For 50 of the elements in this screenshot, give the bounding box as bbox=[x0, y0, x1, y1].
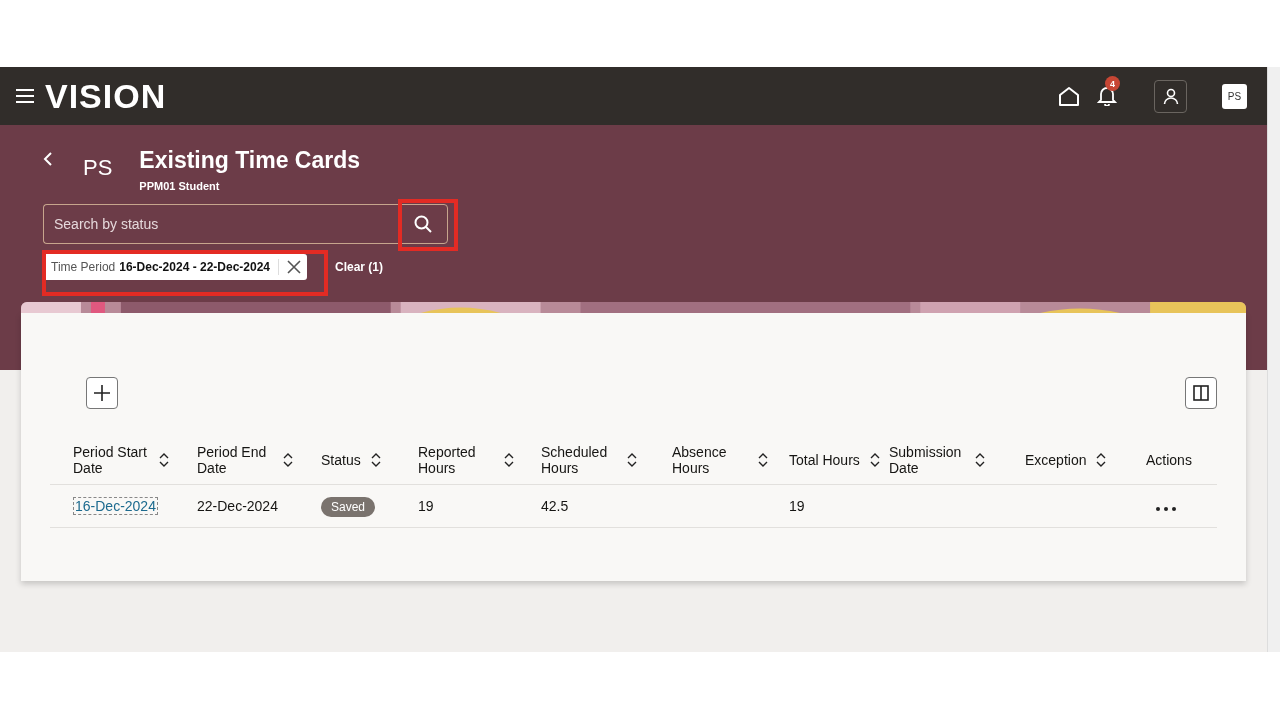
highlight-frame bbox=[398, 199, 458, 251]
table-cell: 19 bbox=[789, 498, 805, 514]
column-header[interactable]: Submission Date bbox=[889, 444, 1025, 476]
sort-icon bbox=[869, 452, 880, 468]
logo: VISION bbox=[45, 76, 167, 116]
clear-button[interactable]: Clear (1) bbox=[329, 259, 390, 275]
scrollbar[interactable] bbox=[1267, 67, 1280, 652]
table-cell: 42.5 bbox=[541, 498, 569, 514]
page-title: Existing Time Cards bbox=[139, 147, 361, 174]
add-button[interactable] bbox=[86, 377, 118, 409]
column-header[interactable]: Total Hours bbox=[789, 452, 889, 468]
status-badge: Saved bbox=[321, 497, 376, 517]
filter-label: Time Period bbox=[51, 260, 116, 274]
initials: PS bbox=[83, 155, 113, 181]
home-icon[interactable] bbox=[1058, 86, 1080, 106]
date-link[interactable]: 16-Dec-2024 bbox=[73, 497, 158, 515]
column-header[interactable]: Status bbox=[321, 452, 418, 468]
columns-icon bbox=[1193, 385, 1209, 401]
column-header[interactable]: Absence Hours bbox=[672, 444, 789, 476]
person-icon bbox=[1161, 87, 1180, 105]
sort-icon bbox=[1096, 452, 1107, 468]
page-subtitle: PPM01 Student bbox=[139, 180, 221, 192]
columns-button[interactable] bbox=[1185, 377, 1217, 409]
column-header[interactable]: Exception bbox=[1025, 452, 1146, 468]
column-header[interactable]: Period End Date bbox=[197, 444, 321, 476]
column-header[interactable]: Scheduled Hours bbox=[541, 444, 672, 476]
sort-icon bbox=[370, 452, 381, 468]
search-field[interactable]: Search by status bbox=[43, 204, 398, 244]
user-button[interactable] bbox=[1154, 79, 1187, 113]
plus-icon bbox=[93, 384, 111, 402]
sort-icon bbox=[627, 452, 637, 468]
sort-icon bbox=[758, 452, 768, 468]
menu-icon[interactable] bbox=[15, 88, 35, 104]
sort-icon bbox=[159, 452, 169, 468]
column-header[interactable]: Actions bbox=[1146, 452, 1218, 468]
more-icon[interactable] bbox=[1156, 507, 1176, 511]
sort-icon bbox=[283, 452, 293, 468]
back-icon[interactable] bbox=[43, 152, 53, 166]
filter-chip[interactable]: Time Period 16-Dec-2024 - 22-Dec-2024 bbox=[43, 254, 307, 280]
close-icon[interactable] bbox=[287, 260, 301, 274]
sort-icon bbox=[975, 452, 985, 468]
sort-icon bbox=[504, 452, 514, 468]
search-icon bbox=[413, 214, 433, 234]
table-cell: 22-Dec-2024 bbox=[197, 498, 278, 514]
table-cell: 19 bbox=[418, 498, 434, 514]
column-header[interactable]: Reported Hours bbox=[418, 444, 541, 476]
filter-value: 16-Dec-2024 - 22-Dec-2024 bbox=[119, 260, 270, 274]
notification-badge: 4 bbox=[1105, 76, 1120, 91]
column-header[interactable]: Period Start Date bbox=[73, 444, 197, 476]
avatar-button[interactable]: PS bbox=[1222, 83, 1247, 109]
